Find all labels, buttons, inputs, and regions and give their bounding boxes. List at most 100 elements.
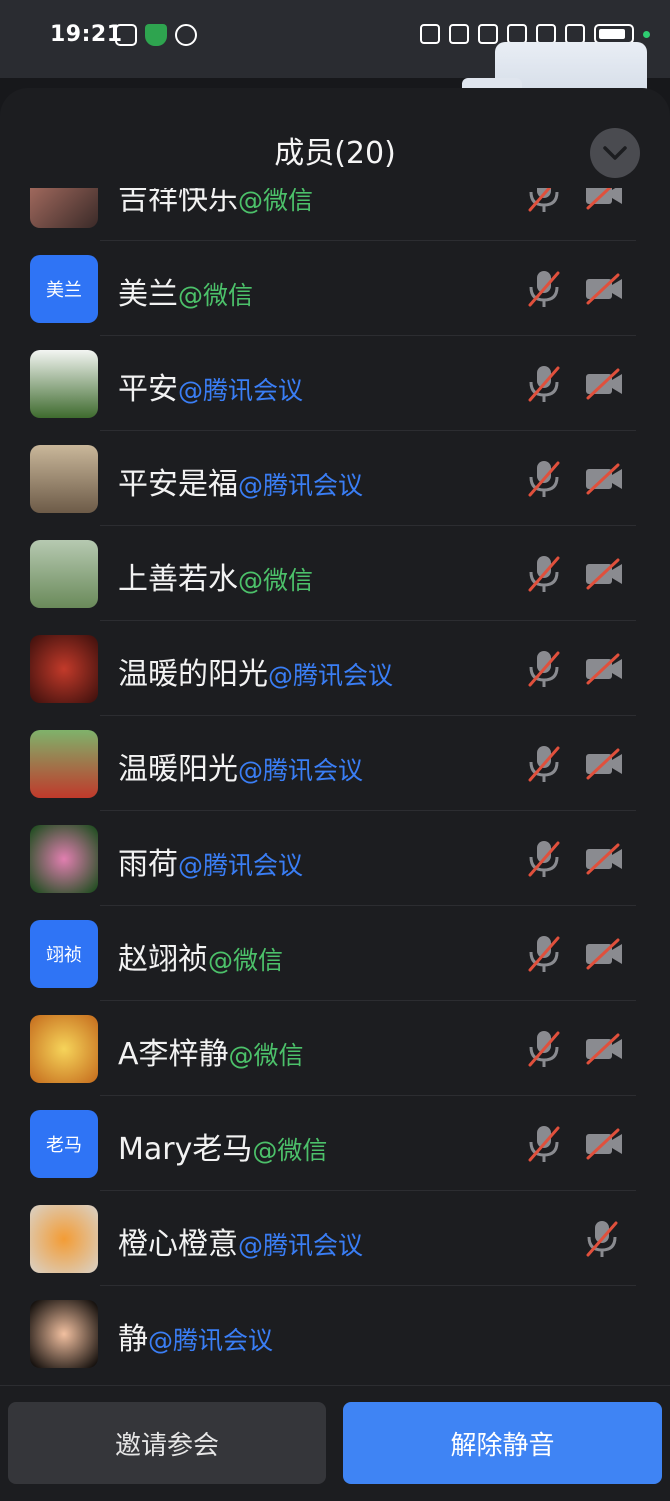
member-name: 温暖阳光@腾讯会议 [118,744,363,788]
member-display-name: 橙心橙意 [118,1227,238,1262]
avatar [30,188,98,228]
mic-status[interactable] [526,1124,562,1168]
mic-status[interactable] [526,1029,562,1073]
avatar-text: 美兰 [46,280,82,301]
avatar [30,825,98,893]
member-row[interactable]: 平安@腾讯会议 [0,336,670,431]
camera-status[interactable] [584,558,624,594]
member-row[interactable]: 静@腾讯会议 [0,1286,670,1378]
member-display-name: Mary老马 [118,1132,253,1167]
camera-status[interactable] [584,1033,624,1069]
member-row[interactable]: 雨荷@腾讯会议 [0,811,670,906]
avatar: 翊祯 [30,920,98,988]
bluetooth-icon [478,24,498,44]
camera-status[interactable] [584,938,624,974]
avatar-text: 老马 [46,1135,82,1156]
alarm-icon [449,24,469,44]
member-row[interactable]: 橙心橙意@腾讯会议 [0,1191,670,1286]
avatar [30,1205,98,1273]
member-source: @腾讯会议 [238,1231,364,1260]
member-display-name: A李梓静 [118,1037,229,1072]
member-source: @腾讯会议 [148,1326,274,1355]
member-name: 赵翊祯@微信 [118,934,283,978]
avatar [30,445,98,513]
unmute-button[interactable]: 解除静音 [343,1402,662,1484]
camera-status[interactable] [584,273,624,309]
camera-off-icon [586,843,622,875]
mic-status[interactable] [526,649,562,693]
mic-status[interactable] [526,839,562,883]
mic-muted-icon [528,366,560,402]
camera-status[interactable] [584,748,624,784]
camera-off-icon [586,558,622,590]
member-name: 橙心橙意@腾讯会议 [118,1219,363,1263]
mic-status[interactable] [526,934,562,978]
mic-muted-icon [528,936,560,972]
member-row[interactable]: 上善若水@微信 [0,526,670,621]
mic-status[interactable] [526,459,562,503]
camera-off-icon [586,273,622,305]
camera-status[interactable] [584,1128,624,1164]
member-display-name: 温暖阳光 [118,752,238,787]
chevron-down-icon [603,146,627,160]
camera-status[interactable] [584,843,624,879]
wifi-icon [507,24,527,44]
member-display-name: 上善若水 [118,562,238,597]
member-name: Mary老马@微信 [118,1124,327,1168]
member-source: @腾讯会议 [238,471,364,500]
member-source: @腾讯会议 [178,376,304,405]
camera-status[interactable] [584,463,624,499]
member-display-name: 美兰 [118,277,178,312]
mic-status[interactable] [526,744,562,788]
member-name: 温暖的阳光@腾讯会议 [118,649,393,693]
member-row[interactable]: 翊祯 赵翊祯@微信 [0,906,670,1001]
privacy-dot-icon [643,30,650,38]
camera-off-icon [586,938,622,970]
avatar [30,350,98,418]
member-display-name: 静 [118,1322,148,1357]
member-source: @腾讯会议 [178,851,304,880]
member-row[interactable]: 平安是福@腾讯会议 [0,431,670,526]
avatar: 美兰 [30,255,98,323]
camera-status[interactable] [584,188,624,214]
avatar [30,540,98,608]
member-display-name: 赵翊祯 [118,942,208,977]
member-row[interactable]: 美兰 美兰@微信 [0,241,670,336]
member-source: @微信 [208,946,284,975]
member-display-name: 吉祥快乐 [118,188,238,217]
avatar-text: 翊祯 [46,945,82,966]
mic-muted-icon [528,746,560,782]
member-display-name: 平安是福 [118,467,238,502]
member-row[interactable]: A李梓静@微信 [0,1001,670,1096]
mic-status[interactable] [584,1219,620,1263]
member-row[interactable]: 老马 Mary老马@微信 [0,1096,670,1191]
mic-muted-icon [528,1126,560,1162]
member-display-name: 平安 [118,372,178,407]
avatar: 老马 [30,1110,98,1178]
mic-status[interactable] [526,188,562,218]
member-source: @微信 [252,1136,328,1165]
battery-icon [594,24,634,44]
invite-button[interactable]: 邀请参会 [8,1402,326,1484]
member-row[interactable]: 吉祥快乐@微信 [0,188,670,241]
camera-off-icon [586,653,622,685]
mic-status[interactable] [526,554,562,598]
member-name: 平安@腾讯会议 [118,364,303,408]
member-name: 美兰@微信 [118,269,253,313]
status-right-icons [420,24,650,44]
member-row[interactable]: 温暖的阳光@腾讯会议 [0,621,670,716]
mic-muted-icon [528,271,560,307]
camera-status[interactable] [584,368,624,404]
camera-status[interactable] [584,653,624,689]
member-list[interactable]: 吉祥快乐@微信 美兰 美兰@微信 平安@腾讯会议 平安是福@腾讯会议 上善若水@微信 温暖的… [0,188,670,1378]
camera-off-icon [586,368,622,400]
member-source: @腾讯会议 [238,756,364,785]
collapse-button[interactable] [590,128,640,178]
mic-muted-icon [528,841,560,877]
mic-status[interactable] [526,269,562,313]
member-source: @微信 [238,188,314,215]
camera-off-icon [586,1033,622,1065]
member-row[interactable]: 温暖阳光@腾讯会议 [0,716,670,811]
member-name: A李梓静@微信 [118,1029,304,1073]
mic-status[interactable] [526,364,562,408]
